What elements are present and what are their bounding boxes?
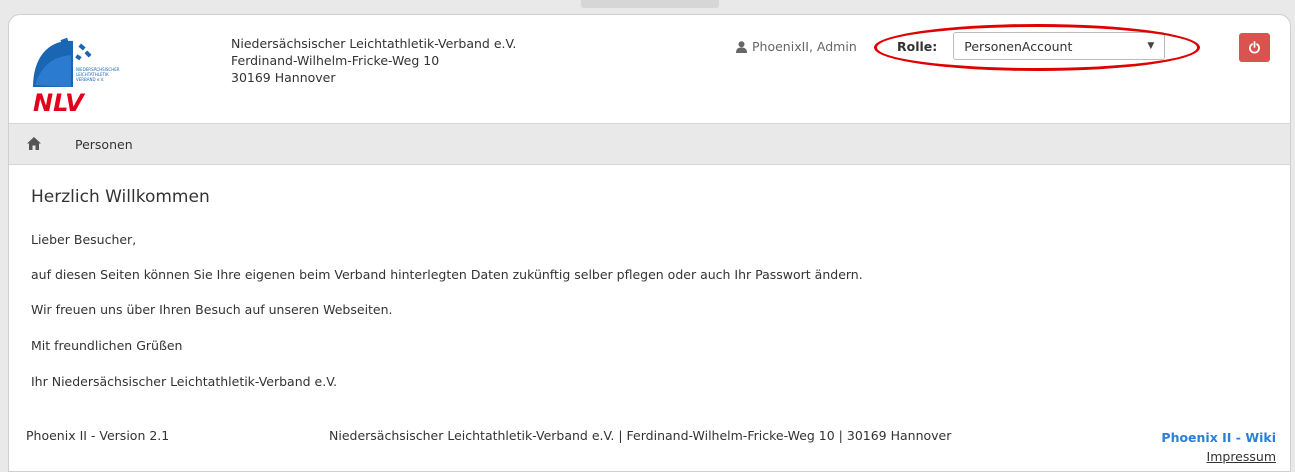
org-name: Niedersächsischer Leichtathletik-Verband… [231,36,517,51]
chevron-down-icon: ▼ [1147,41,1155,51]
user-icon [736,40,747,53]
wiki-link[interactable]: Phoenix II - Wiki [1161,428,1276,447]
breadcrumb-nav: Personen [9,123,1290,165]
role-selected-value: PersonenAccount [964,38,1073,54]
power-icon [1249,41,1260,54]
page-title: Herzlich Willkommen [31,187,210,207]
org-street: Ferdinand-Wilhelm-Fricke-Weg 10 [231,53,440,68]
current-user[interactable]: PhoenixII, Admin [736,39,857,54]
role-label: Rolle: [897,38,938,54]
footer-version: Phoenix II - Version 2.1 [26,428,170,443]
greeting-text: Lieber Besucher, [31,232,137,247]
intro-text: auf diesen Seiten können Sie Ihre eigene… [31,267,863,282]
role-selector: Rolle: PersonenAccount ▼ [897,32,1166,60]
nav-item-personen[interactable]: Personen [75,137,133,152]
signature-text: Ihr Niedersächsischer Leichtathletik-Ver… [31,374,338,389]
user-name: PhoenixII, Admin [752,39,857,54]
home-icon[interactable] [27,137,41,150]
footer-links: Phoenix II - Wiki Impressum [1161,428,1276,466]
thanks-text: Wir freuen uns über Ihren Besuch auf uns… [31,302,393,317]
logout-button[interactable] [1239,33,1270,62]
header: NIEDERSÄCHSISCHER LEICHTATHLETIK VERBAND… [9,15,1290,123]
organization-address: Niedersächsischer Leichtathletik-Verband… [231,35,516,86]
impressum-link[interactable]: Impressum [1161,447,1276,466]
main-content: Herzlich Willkommen Lieber Besucher, auf… [31,187,1271,389]
window-top-handle [581,0,719,8]
svg-text:NLV: NLV [33,89,86,113]
org-city: 30169 Hannover [231,70,336,85]
nlv-logo[interactable]: NIEDERSÄCHSISCHER LEICHTATHLETIK VERBAND… [27,27,123,113]
app-frame: NIEDERSÄCHSISCHER LEICHTATHLETIK VERBAND… [8,14,1291,472]
closing-text: Mit freundlichen Grüßen [31,338,183,353]
footer-address: Niedersächsischer Leichtathletik-Verband… [329,428,952,443]
svg-text:VERBAND e.V.: VERBAND e.V. [76,77,104,82]
role-dropdown[interactable]: PersonenAccount ▼ [953,32,1166,60]
